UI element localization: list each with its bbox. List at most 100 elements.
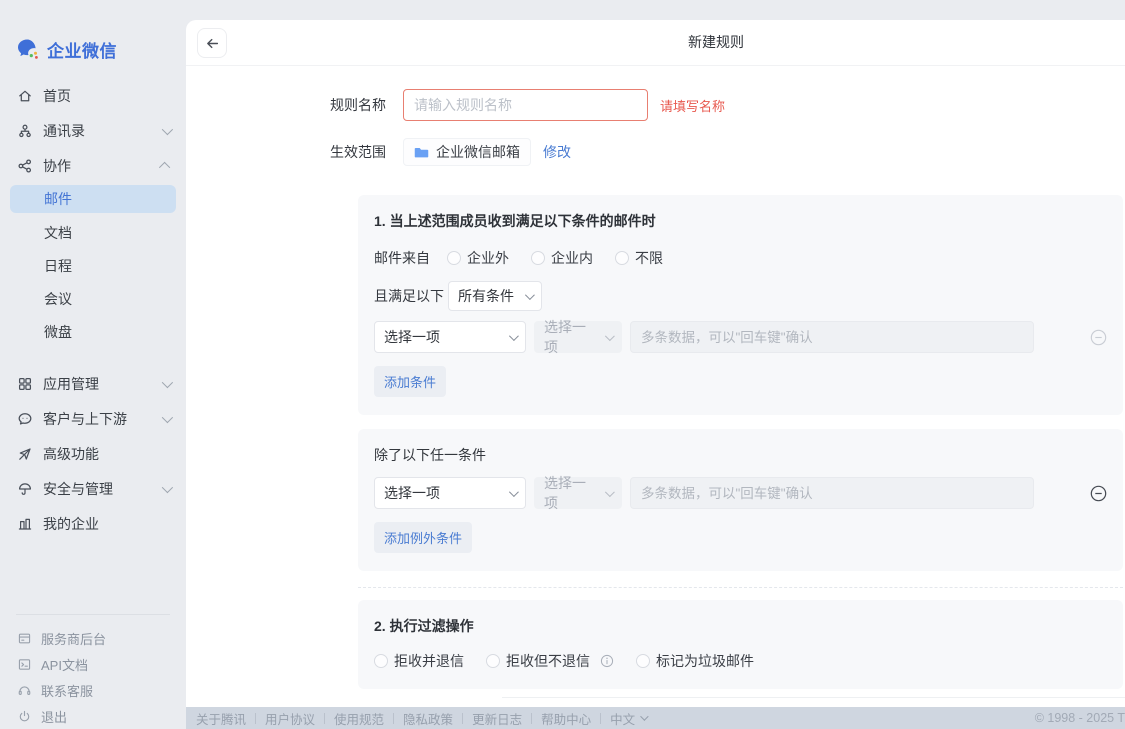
select-value: 选择一项 xyxy=(384,483,440,503)
chat-smile-icon xyxy=(17,411,33,427)
nav-item-label: 高级功能 xyxy=(43,444,99,464)
folder-icon xyxy=(414,145,429,160)
footer-link-agreement[interactable]: 用户协议 xyxy=(265,709,315,728)
scope-value: 企业微信邮箱 xyxy=(436,142,520,162)
condition-section: 1. 当上述范围成员收到满足以下条件的邮件时 邮件来自 企业外 企业内 不限 且… xyxy=(358,195,1123,415)
modify-scope-link[interactable]: 修改 xyxy=(543,142,571,162)
scope-tag: 企业微信邮箱 xyxy=(403,138,531,166)
umbrella-icon xyxy=(17,481,33,497)
radio-option-reject-bounce[interactable]: 拒收并退信 xyxy=(374,651,464,671)
nav-item-label: 安全与管理 xyxy=(43,479,113,499)
nav-item-label: 首页 xyxy=(43,86,71,106)
advanced-features-icon xyxy=(17,446,33,462)
link-logout[interactable]: 退出 xyxy=(0,703,186,729)
subnav-item-drive[interactable]: 微盘 xyxy=(0,315,186,348)
logo: 企业微信 xyxy=(0,36,186,62)
select-value: 选择一项 xyxy=(544,473,597,513)
subnav-item-label: 文档 xyxy=(44,223,72,243)
footer-separator xyxy=(462,713,463,724)
footer-item-label: 退出 xyxy=(41,707,67,726)
link-api-docs[interactable]: API文档 xyxy=(0,651,186,677)
chevron-down-icon xyxy=(605,487,615,497)
nav-item-contacts[interactable]: 通讯录 xyxy=(0,113,186,148)
action-options-row: 拒收并退信 拒收但不退信 标记为垃圾邮件 xyxy=(374,651,1107,671)
footer-separator xyxy=(255,713,256,724)
subnav-item-label: 邮件 xyxy=(44,189,72,209)
match-row: 且满足以下 所有条件 xyxy=(374,281,1107,311)
remove-exception-button[interactable] xyxy=(1090,485,1107,502)
info-icon[interactable] xyxy=(600,654,614,668)
footer-separator xyxy=(324,713,325,724)
subnav-item-label: 日程 xyxy=(44,256,72,276)
field-select[interactable]: 选择一项 xyxy=(374,477,526,509)
radio-circle xyxy=(486,654,500,668)
subnav-item-mail[interactable]: 邮件 xyxy=(10,185,176,213)
rule-form: 规则名称 请填写名称 生效范围 企业微信邮箱 修改 1. 当上述范围成员收到满足… xyxy=(186,66,1125,689)
collab-icon xyxy=(17,158,33,174)
subnav-item-docs[interactable]: 文档 xyxy=(0,216,186,249)
nav-item-advanced[interactable]: 高级功能 xyxy=(0,436,186,471)
contacts-icon xyxy=(17,123,33,139)
building-icon xyxy=(17,516,33,532)
nav-item-label: 应用管理 xyxy=(43,374,99,394)
wecom-logo-icon xyxy=(16,37,40,61)
footer-link-changelog[interactable]: 更新日志 xyxy=(472,709,522,728)
main-panel: 新建规则 规则名称 请填写名称 生效范围 企业微信邮箱 修改 1. 当上述范围成… xyxy=(186,20,1125,729)
nav-item-security[interactable]: 安全与管理 xyxy=(0,471,186,506)
sidebar-nav: 首页 通讯录 协作 邮件 文档 日程 会议 微盘 xyxy=(0,78,186,541)
nav-item-collab[interactable]: 协作 xyxy=(0,148,186,183)
language-select[interactable]: 中文 xyxy=(610,709,646,728)
match-mode-select[interactable]: 所有条件 xyxy=(448,281,542,311)
nav-item-label: 我的企业 xyxy=(43,514,99,534)
subnav-item-schedule[interactable]: 日程 xyxy=(0,249,186,282)
sidebar-divider xyxy=(16,614,170,615)
footer-link-help[interactable]: 帮助中心 xyxy=(541,709,591,728)
radio-circle xyxy=(374,654,388,668)
footer-link-about[interactable]: 关于腾讯 xyxy=(196,709,246,728)
page-title: 新建规则 xyxy=(688,20,744,65)
nav-item-apps[interactable]: 应用管理 xyxy=(0,366,186,401)
chevron-up-icon xyxy=(159,161,170,172)
add-condition-button[interactable]: 添加条件 xyxy=(374,366,446,397)
link-support[interactable]: 联系客服 xyxy=(0,677,186,703)
match-label: 且满足以下 xyxy=(374,286,447,306)
chevron-down-icon xyxy=(162,376,173,387)
radio-option-internal[interactable]: 企业内 xyxy=(531,248,593,268)
radio-option-reject-silent[interactable]: 拒收但不退信 xyxy=(486,651,614,671)
exception-section: 除了以下任一条件 选择一项 选择一项 添加例外条件 xyxy=(358,429,1123,571)
console-icon xyxy=(17,631,32,646)
mail-from-label: 邮件来自 xyxy=(374,248,447,268)
radio-option-any[interactable]: 不限 xyxy=(615,248,663,268)
nav-item-company[interactable]: 我的企业 xyxy=(0,506,186,541)
scope-label: 生效范围 xyxy=(330,142,403,162)
link-provider-console[interactable]: 服务商后台 xyxy=(0,625,186,651)
sidebar: 企业微信 首页 通讯录 协作 邮件 文档 xyxy=(0,0,186,729)
apps-grid-icon xyxy=(17,376,33,392)
add-exception-button[interactable]: 添加例外条件 xyxy=(374,522,472,553)
back-button[interactable] xyxy=(197,28,227,58)
nav-item-home[interactable]: 首页 xyxy=(0,78,186,113)
footer-link-usage[interactable]: 使用规范 xyxy=(334,709,384,728)
chevron-down-icon xyxy=(605,331,615,341)
nav-item-customers[interactable]: 客户与上下游 xyxy=(0,401,186,436)
radio-option-mark-spam[interactable]: 标记为垃圾邮件 xyxy=(636,651,754,671)
field-select[interactable]: 选择一项 xyxy=(374,321,526,353)
chevron-down-icon xyxy=(162,411,173,422)
chevron-down-icon xyxy=(162,123,173,134)
exception-title: 除了以下任一条件 xyxy=(374,445,1107,465)
action-section: 2. 执行过滤操作 拒收并退信 拒收但不退信 标记为垃圾邮件 xyxy=(358,600,1123,689)
radio-option-external[interactable]: 企业外 xyxy=(447,248,509,268)
exception-condition-row: 选择一项 选择一项 xyxy=(374,477,1107,509)
radio-circle xyxy=(615,251,629,265)
rule-name-input[interactable] xyxy=(403,89,648,121)
select-value: 选择一项 xyxy=(544,317,597,357)
dashed-divider xyxy=(358,587,1123,588)
select-value: 选择一项 xyxy=(384,327,440,347)
radio-circle xyxy=(531,251,545,265)
subnav-item-meeting[interactable]: 会议 xyxy=(0,282,186,315)
copyright-text: © 1998 - 2025 T xyxy=(1035,711,1125,725)
remove-condition-button[interactable] xyxy=(1090,329,1107,346)
radio-label: 企业外 xyxy=(467,248,509,268)
api-doc-icon xyxy=(17,657,32,672)
footer-link-privacy[interactable]: 隐私政策 xyxy=(403,709,453,728)
